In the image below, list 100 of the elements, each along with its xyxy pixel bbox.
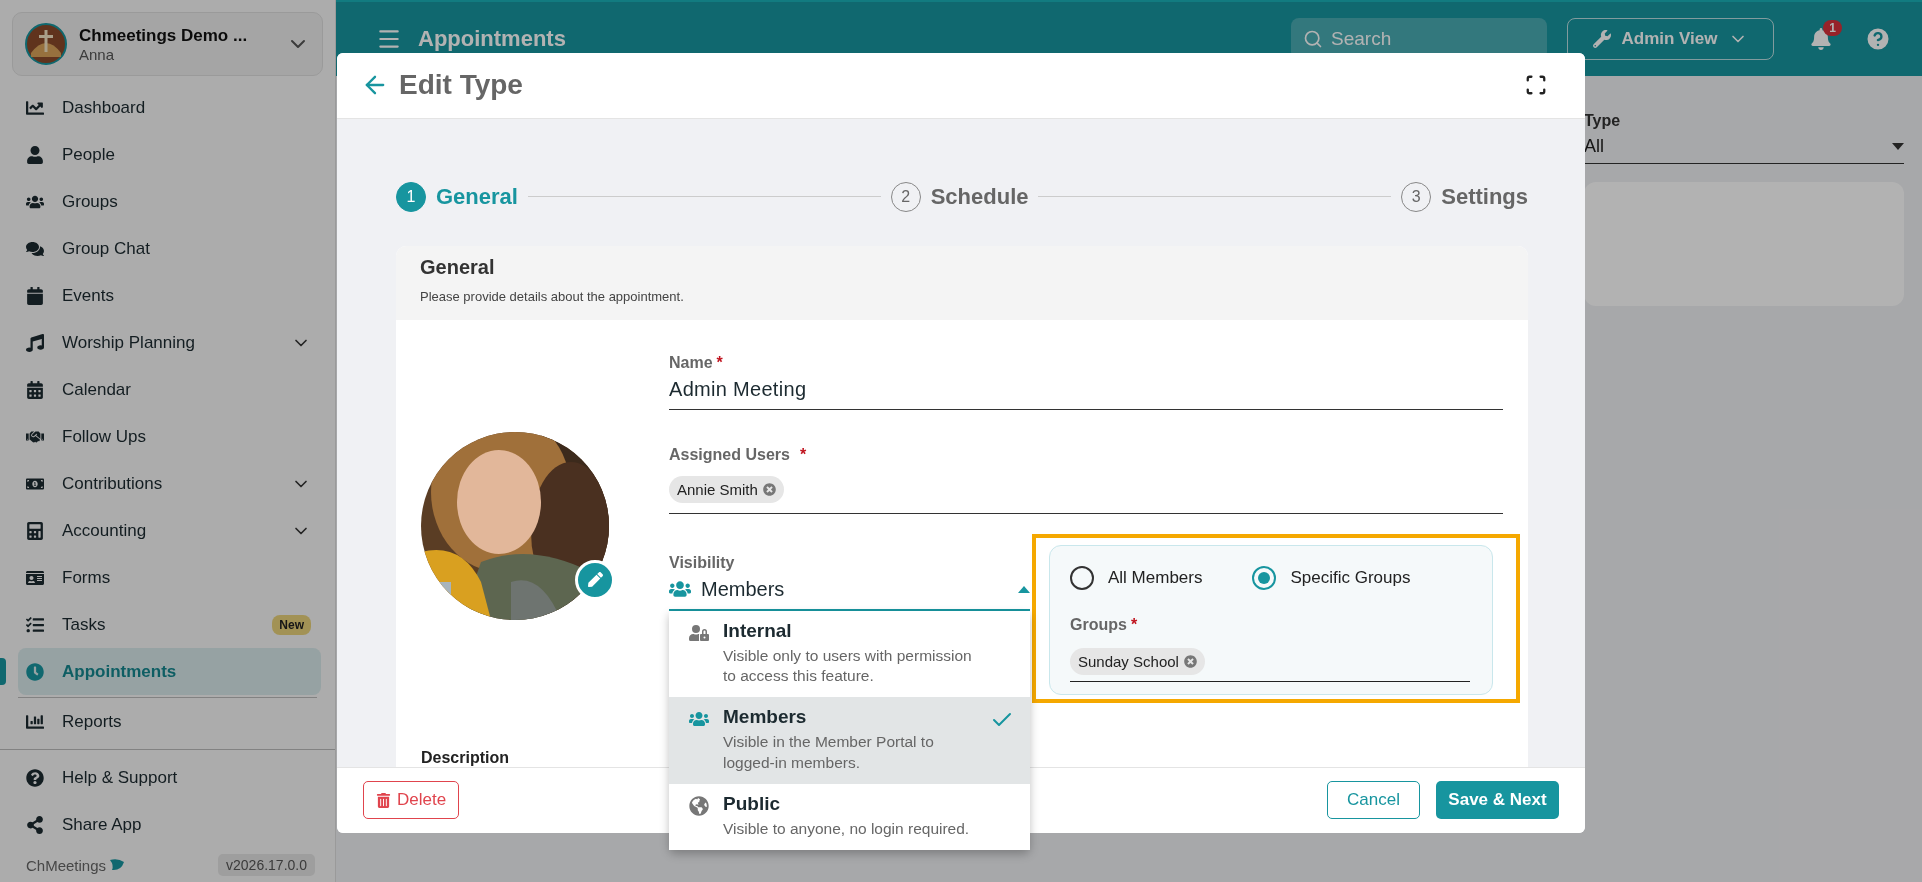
sidebar-label: Appointments [62, 661, 178, 682]
notification-count: 1 [1823, 20, 1842, 36]
menu-option[interactable]: Internal Visible only to users with permission to access this feature. [669, 610, 1030, 698]
sidebar-label: People [62, 144, 116, 165]
fullscreen-icon[interactable] [1525, 74, 1547, 97]
sidebar-label: Reports [62, 711, 123, 732]
sidebar-item[interactable]: People [18, 131, 321, 178]
option-description: Visible in the Member Portal to logged-in members. [723, 732, 935, 774]
sidebar-label: Events [62, 285, 115, 306]
sidebar-item[interactable]: Follow Ups [18, 413, 321, 460]
sidebar-label: Worship Planning [62, 332, 196, 353]
organization-name: Chmeetings Demo ... [79, 25, 249, 46]
active-indicator [0, 658, 6, 685]
radio-option[interactable]: All Members [1070, 565, 1203, 590]
sidebar-item[interactable]: Groups [18, 178, 321, 225]
person-icon [26, 145, 44, 164]
sidebar-label: Share App [62, 814, 143, 835]
radio-label: Specific Groups [1290, 567, 1411, 588]
cancel-button[interactable]: Cancel [1327, 781, 1420, 820]
radio-label: All Members [1108, 567, 1203, 588]
field-label: Groups * [1070, 615, 1139, 634]
option-description: Visible to anyone, no login required. [723, 819, 971, 840]
radio-option[interactable]: Specific Groups [1252, 565, 1411, 590]
sidebar-item[interactable]: Dashboard [18, 84, 321, 131]
sidebar-item[interactable]: Events [18, 272, 321, 319]
globe-icon [689, 796, 709, 817]
option-title: Members [723, 706, 808, 729]
name-field[interactable]: Name * Admin Meeting [669, 353, 1503, 410]
step-tab[interactable]: 2 Schedule [890, 181, 1029, 212]
line-chart-icon [26, 98, 44, 117]
cross-logo-icon [25, 23, 67, 65]
section-title: General [420, 255, 496, 279]
groups-field[interactable]: Groups * Sunday School [1070, 615, 1470, 682]
leaf-logo-icon [109, 858, 126, 872]
sidebar-label: Help & Support [62, 767, 179, 788]
sidebar-item[interactable]: Forms [18, 554, 321, 601]
sidebar-label: Accounting [62, 520, 148, 541]
sidebar-item[interactable]: Worship Planning [18, 319, 321, 366]
checklist-icon [26, 615, 44, 634]
clock-icon [26, 662, 44, 681]
user-name: Anna [79, 45, 116, 63]
version-label: v2026.17.0.0 [218, 854, 315, 876]
step-tab[interactable]: 3 Settings [1401, 181, 1528, 212]
new-badge: New [272, 614, 311, 635]
sidebar-item[interactable]: Calendar [18, 366, 321, 413]
sidebar-label: Dashboard [62, 97, 147, 118]
trash-icon [376, 792, 391, 808]
delete-button[interactable]: Delete [363, 781, 460, 820]
save-next-button[interactable]: Save & Next [1436, 781, 1559, 820]
remove-icon[interactable] [762, 482, 776, 496]
menu-option[interactable]: Public Visible to anyone, no login required. [669, 784, 1030, 851]
section-subtitle: Please provide details about the appointment. [420, 288, 685, 304]
field-label: Description [421, 748, 509, 767]
radio-button[interactable] [1252, 565, 1277, 590]
help-icon [26, 768, 44, 787]
dialog-title: Edit Type [399, 69, 524, 102]
bar-chart-icon [26, 712, 44, 731]
step-tab[interactable]: 1 General [396, 181, 518, 212]
notification-bell-icon[interactable] [1810, 28, 1832, 50]
sidebar-label: Group Chat [62, 238, 151, 259]
sidebar-item[interactable]: Reports [18, 698, 321, 745]
music-note-icon [26, 333, 44, 352]
calendar-grid-icon [26, 380, 44, 399]
calculator-icon [26, 521, 44, 540]
wrench-icon [1593, 30, 1612, 48]
calendar-icon [26, 286, 44, 305]
brand-name: ChMeetings [26, 856, 126, 874]
menu-option[interactable]: Members Visible in the Member Portal to logged-in members. [669, 697, 1030, 785]
option-description: Visible only to users with permission to access this feature. [723, 645, 973, 687]
search-placeholder: Search [1331, 28, 1392, 50]
search-icon [1303, 29, 1323, 49]
sidebar-item[interactable]: Accounting [18, 507, 321, 554]
sidebar-item[interactable]: Tasks New [18, 601, 321, 648]
field-value: Members [701, 577, 786, 601]
assigned-users-field[interactable]: Assigned Users * Annie Smith [669, 445, 1503, 514]
sidebar-item[interactable]: Share App [18, 801, 321, 848]
sidebar-label: Calendar [62, 379, 132, 400]
field-value: Admin Meeting [669, 377, 808, 401]
pencil-icon [587, 572, 603, 588]
group-chip[interactable]: Sunday School [1070, 647, 1205, 675]
sidebar-label: Contributions [62, 473, 164, 494]
share-icon [26, 815, 44, 834]
option-title: Public [723, 793, 781, 816]
user-lock-icon [689, 622, 709, 643]
user-chip[interactable]: Annie Smith [669, 475, 784, 503]
sidebar-item[interactable]: Help & Support [18, 754, 321, 801]
sidebar-label: Follow Ups [62, 426, 148, 447]
radio-button[interactable] [1070, 565, 1094, 590]
sidebar-item[interactable]: Group Chat [18, 225, 321, 272]
remove-icon[interactable] [1183, 654, 1197, 668]
card-icon [26, 568, 44, 587]
organization-switcher[interactable]: Chmeetings Demo ... Anna [12, 12, 323, 76]
field-label: Name * [669, 353, 724, 372]
sidebar-label: Tasks [62, 614, 107, 635]
field-label: Visibility [669, 553, 736, 572]
chat-bubbles-icon [26, 239, 44, 258]
option-title: Internal [723, 619, 793, 642]
sidebar-item[interactable]: Contributions [18, 460, 321, 507]
page-title: Appointments [418, 26, 567, 52]
help-icon[interactable] [1864, 25, 1892, 53]
